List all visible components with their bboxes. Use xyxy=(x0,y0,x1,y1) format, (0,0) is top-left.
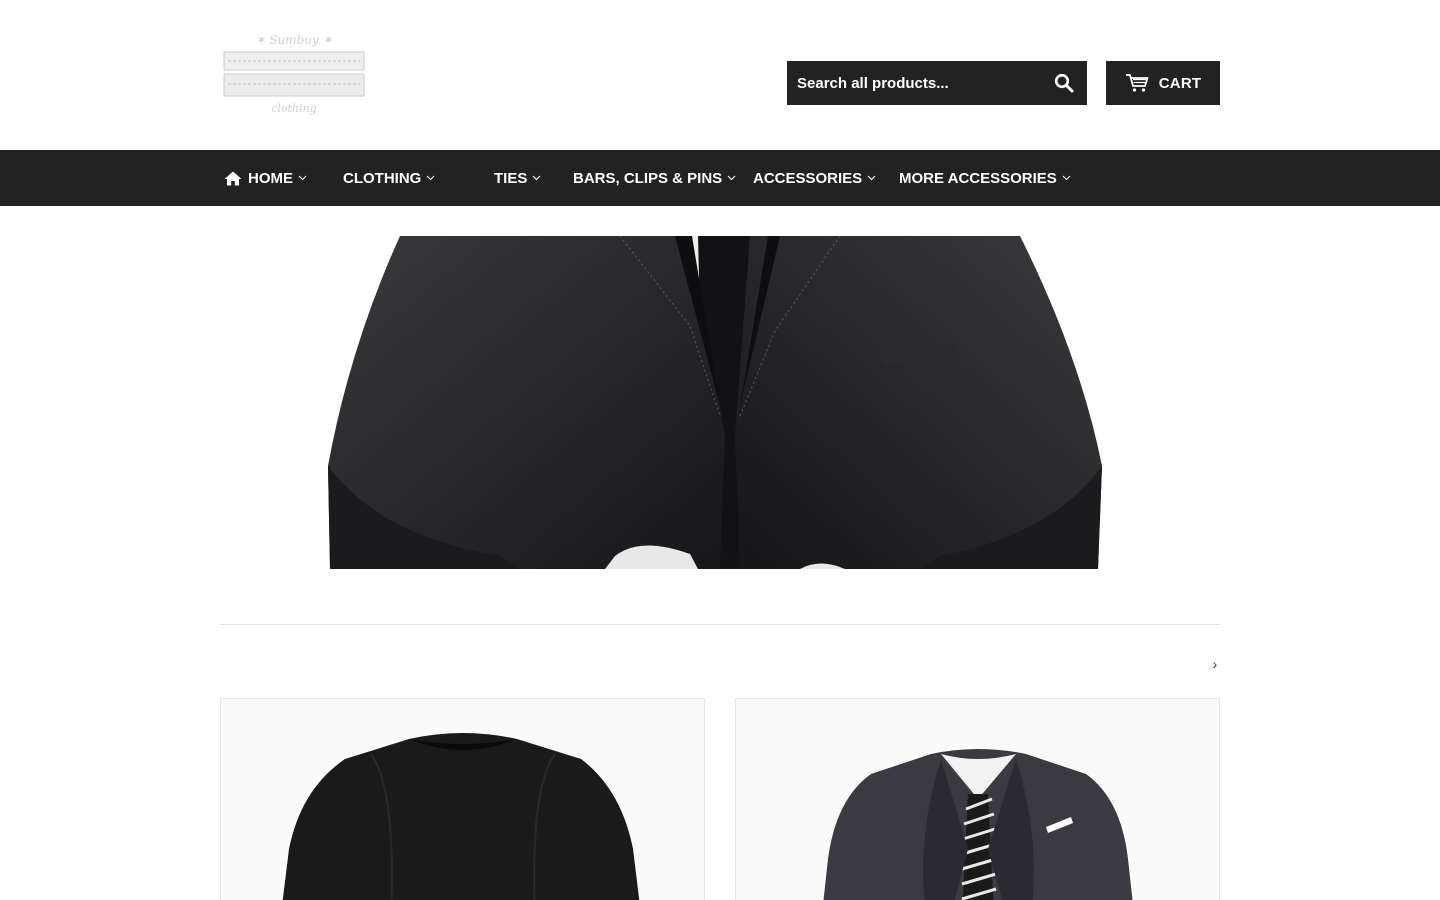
store-logo[interactable]: ✶ Sumbuy ✶ clothing xyxy=(220,22,368,122)
chevron-down-icon xyxy=(298,175,307,181)
hero-image xyxy=(328,236,1102,569)
nav-item-bars-clips-pins[interactable]: BARS, CLIPS & PINS xyxy=(573,150,736,206)
main-nav: HOME CLOTHING TIES BARS, CLIPS & PINS AC… xyxy=(0,150,1440,206)
search-input[interactable] xyxy=(787,61,1041,105)
product-card[interactable] xyxy=(220,698,705,900)
product-image xyxy=(282,733,640,900)
nav-label-more-accessories: MORE ACCESSORIES xyxy=(899,169,1057,187)
nav-item-home[interactable]: HOME xyxy=(224,150,307,206)
cart-icon xyxy=(1125,74,1149,92)
nav-label-clothing: CLOTHING xyxy=(343,169,422,187)
product-image xyxy=(823,749,1133,900)
chevron-down-icon xyxy=(727,175,736,181)
nav-label-ties: TIES xyxy=(494,169,528,187)
nav-label-accessories: ACCESSORIES xyxy=(753,169,863,187)
cart-label: CART xyxy=(1158,74,1202,92)
nav-label-home: HOME xyxy=(248,169,293,187)
logo-image: ✶ Sumbuy ✶ clothing xyxy=(223,33,365,115)
search-button[interactable] xyxy=(1041,61,1087,105)
chevron-down-icon xyxy=(426,175,435,181)
hero-banner[interactable] xyxy=(220,236,1220,569)
nav-item-accessories[interactable]: ACCESSORIES xyxy=(753,150,876,206)
section-divider xyxy=(220,624,1220,625)
home-icon xyxy=(224,171,242,186)
chevron-down-icon xyxy=(867,175,876,181)
svg-text:clothing: clothing xyxy=(271,102,316,115)
cart-button[interactable]: CART xyxy=(1106,61,1220,105)
nav-item-more-accessories[interactable]: MORE ACCESSORIES xyxy=(899,150,1071,206)
nav-item-clothing[interactable]: CLOTHING xyxy=(343,150,435,206)
search-box xyxy=(787,61,1087,105)
svg-text:✶ Sumbuy ✶: ✶ Sumbuy ✶ xyxy=(255,33,333,47)
chevron-down-icon xyxy=(1062,175,1071,181)
search-icon xyxy=(1054,73,1074,93)
chevron-down-icon xyxy=(532,175,541,181)
nav-item-ties[interactable]: TIES xyxy=(494,150,541,206)
nav-label-bars-clips-pins: BARS, CLIPS & PINS xyxy=(573,169,723,187)
product-card[interactable] xyxy=(735,698,1220,900)
site-header: ✶ Sumbuy ✶ clothing CART xyxy=(0,0,1440,150)
carousel-next-button[interactable]: › xyxy=(1208,656,1222,676)
